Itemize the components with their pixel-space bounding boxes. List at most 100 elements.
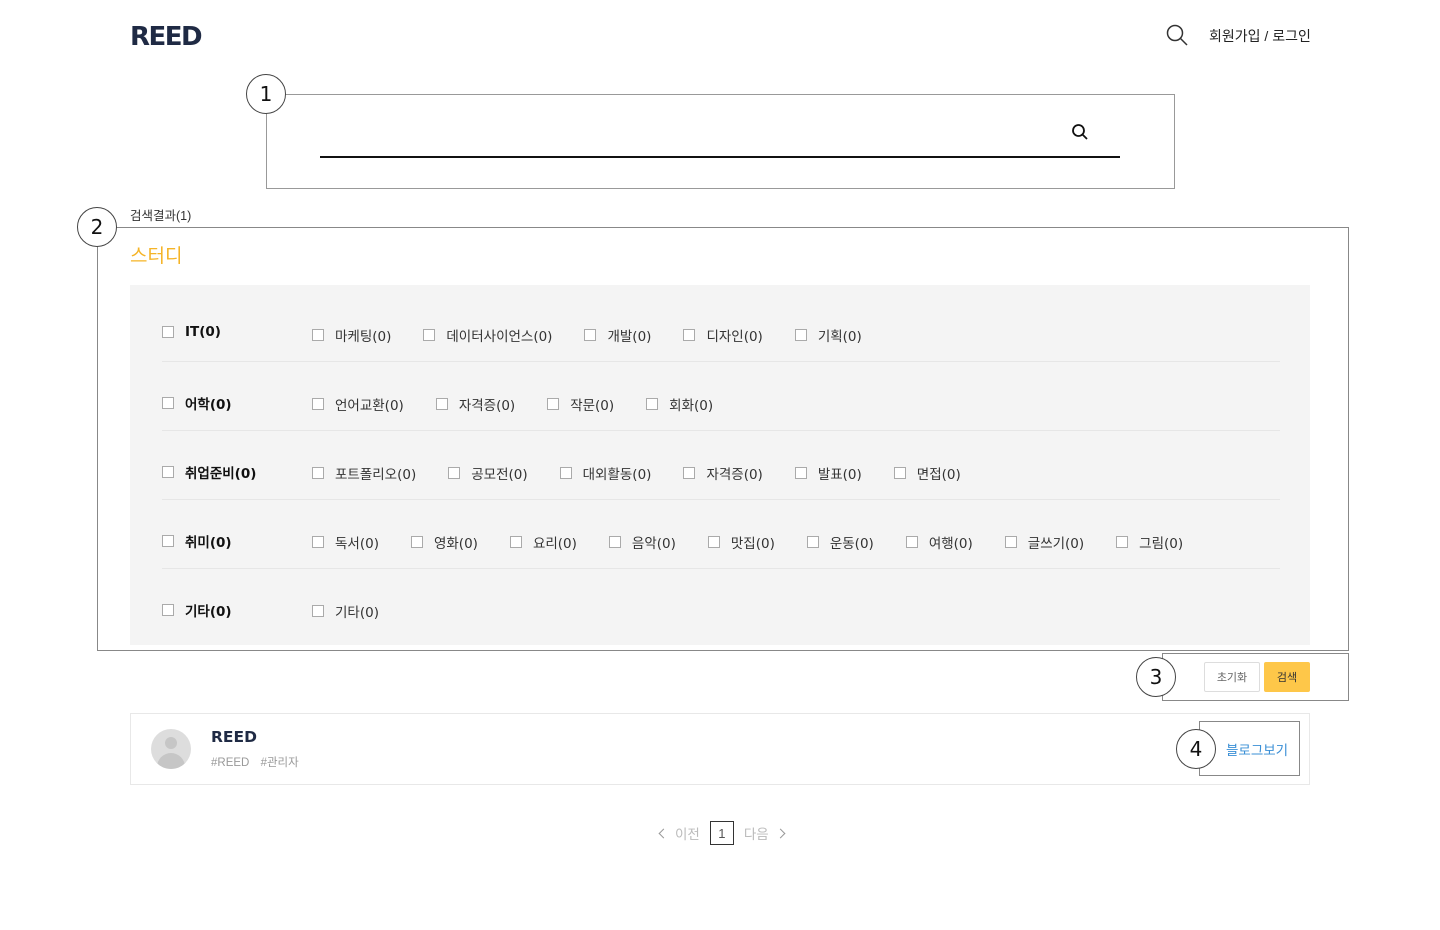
checkbox[interactable]: [448, 467, 461, 479]
checkbox[interactable]: [905, 536, 918, 548]
result-count: 검색결과(1): [130, 209, 192, 223]
tag[interactable]: #REED: [211, 757, 249, 769]
sub-checkbox[interactable]: 음악(0): [608, 532, 676, 552]
sub-checkbox-label: 공모전(0): [471, 467, 528, 483]
checkbox[interactable]: [584, 329, 597, 341]
main-checkbox-hobby[interactable]: 취미(0): [162, 531, 232, 551]
signup-login-link[interactable]: 회원가입 / 로그인: [1209, 28, 1311, 44]
sub-checkbox[interactable]: 영화(0): [410, 532, 478, 552]
annotation-marker-4: 4: [1176, 729, 1216, 769]
reset-button[interactable]: 초기화: [1204, 662, 1260, 692]
checkbox[interactable]: [794, 467, 807, 479]
sub-checkbox[interactable]: 글쓰기(0): [1004, 532, 1085, 552]
checkbox[interactable]: [435, 398, 448, 410]
sub-checkbox-label: 데이터사이언스(0): [446, 329, 553, 345]
prev-page-button[interactable]: 이전: [656, 823, 700, 843]
checkbox[interactable]: [423, 329, 436, 341]
main-checkbox-language[interactable]: 어학(0): [162, 393, 232, 413]
sub-checkbox[interactable]: 요리(0): [509, 532, 577, 552]
sub-checkbox[interactable]: 언어교환(0): [312, 394, 404, 414]
next-page-button[interactable]: 다음: [744, 823, 786, 843]
filter-row-etc: 기타(0) 기타(0): [162, 569, 1280, 638]
result-card[interactable]: REED #REED #관리자: [130, 713, 1310, 785]
checkbox[interactable]: [312, 329, 324, 341]
sub-checkbox-label: 글쓰기(0): [1027, 536, 1085, 552]
sub-checkbox[interactable]: 그림(0): [1116, 532, 1183, 552]
checkbox[interactable]: [559, 467, 572, 479]
sub-checkbox[interactable]: 개발(0): [584, 325, 651, 345]
checkbox[interactable]: [893, 467, 906, 479]
checkbox[interactable]: [312, 467, 324, 479]
sub-checkbox[interactable]: 디자인(0): [683, 325, 763, 345]
sub-checkbox[interactable]: 여행(0): [905, 532, 973, 552]
checkbox[interactable]: [162, 535, 174, 547]
checkbox[interactable]: [1004, 536, 1017, 548]
filter-row-language: 어학(0) 언어교환(0) 자격증(0) 작문(0) 회화(0): [162, 362, 1280, 431]
blog-view-link[interactable]: 블로그보기: [1226, 739, 1288, 759]
search-button[interactable]: 검색: [1264, 662, 1310, 692]
sub-checkbox-label: 자격증(0): [458, 398, 516, 414]
sub-checkbox[interactable]: 공모전(0): [448, 463, 528, 483]
sub-checkbox-label: 개발(0): [607, 329, 652, 345]
sub-checkbox-label: 발표(0): [817, 467, 862, 483]
checkbox[interactable]: [509, 536, 522, 548]
sub-checkbox-list: 포트폴리오(0) 공모전(0) 대외활동(0) 자격증(0) 발표(0) 면접(…: [312, 463, 993, 483]
sub-checkbox[interactable]: 기타(0): [312, 601, 379, 621]
annotation-marker-2: 2: [77, 207, 117, 247]
checkbox[interactable]: [1116, 536, 1129, 548]
sub-checkbox-label: 언어교환(0): [335, 398, 404, 414]
checkbox[interactable]: [608, 536, 621, 548]
search-underline: [320, 156, 1120, 158]
checkbox[interactable]: [312, 605, 324, 617]
logo[interactable]: REED: [130, 22, 203, 52]
main-checkbox-label: 어학(0): [185, 397, 232, 413]
page-number-current[interactable]: 1: [709, 821, 734, 845]
checkbox[interactable]: [794, 329, 807, 341]
sub-checkbox[interactable]: 데이터사이언스(0): [423, 325, 552, 345]
checkbox[interactable]: [646, 398, 659, 410]
main-checkbox-it[interactable]: IT(0): [162, 324, 221, 340]
checkbox[interactable]: [312, 398, 324, 410]
checkbox[interactable]: [162, 466, 174, 478]
sub-checkbox[interactable]: 면접(0): [893, 463, 961, 483]
tag[interactable]: #관리자: [261, 757, 299, 769]
search-icon[interactable]: [1166, 24, 1188, 46]
annotation-marker-3: 3: [1136, 657, 1176, 697]
sub-checkbox[interactable]: 발표(0): [794, 463, 862, 483]
search-input[interactable]: [320, 118, 1060, 154]
sub-checkbox[interactable]: 회화(0): [646, 394, 713, 414]
sub-checkbox[interactable]: 독서(0): [312, 532, 379, 552]
checkbox[interactable]: [707, 536, 720, 548]
checkbox[interactable]: [312, 536, 324, 548]
main-checkbox-etc[interactable]: 기타(0): [162, 600, 232, 620]
sub-checkbox[interactable]: 대외활동(0): [559, 463, 651, 483]
sub-checkbox[interactable]: 맛집(0): [707, 532, 775, 552]
sub-checkbox[interactable]: 자격증(0): [435, 394, 516, 414]
checkbox[interactable]: [410, 536, 423, 548]
checkbox[interactable]: [162, 397, 174, 409]
checkbox[interactable]: [547, 398, 560, 410]
main-checkbox-label: 기타(0): [185, 604, 232, 620]
main-checkbox-job-prep[interactable]: 취업준비(0): [162, 462, 256, 482]
sub-checkbox-label: 포트폴리오(0): [335, 467, 417, 483]
checkbox[interactable]: [162, 326, 174, 338]
sub-checkbox-label: 자격증(0): [706, 467, 763, 483]
search-submit-icon[interactable]: [1071, 123, 1089, 141]
checkbox[interactable]: [806, 536, 819, 548]
sub-checkbox-label: 회화(0): [669, 398, 714, 414]
sub-checkbox[interactable]: 작문(0): [547, 394, 614, 414]
sub-checkbox-label: 음악(0): [631, 536, 676, 552]
result-name[interactable]: REED: [211, 728, 257, 746]
checkbox[interactable]: [683, 467, 696, 479]
chevron-left-icon: [658, 828, 669, 838]
filter-panel: IT(0) 마케팅(0) 데이터사이언스(0) 개발(0) 디자인(0) 기획(…: [130, 285, 1310, 645]
sub-checkbox[interactable]: 자격증(0): [683, 463, 763, 483]
sub-checkbox[interactable]: 마케팅(0): [312, 325, 391, 345]
sub-checkbox-list: 독서(0) 영화(0) 요리(0) 음악(0) 맛집(0) 운동(0) 여행(0…: [312, 532, 1215, 552]
sub-checkbox[interactable]: 포트폴리오(0): [312, 463, 416, 483]
sub-checkbox[interactable]: 기획(0): [794, 325, 862, 345]
sub-checkbox-label: 요리(0): [532, 536, 577, 552]
sub-checkbox[interactable]: 운동(0): [806, 532, 874, 552]
checkbox[interactable]: [162, 604, 174, 616]
checkbox[interactable]: [683, 329, 696, 341]
